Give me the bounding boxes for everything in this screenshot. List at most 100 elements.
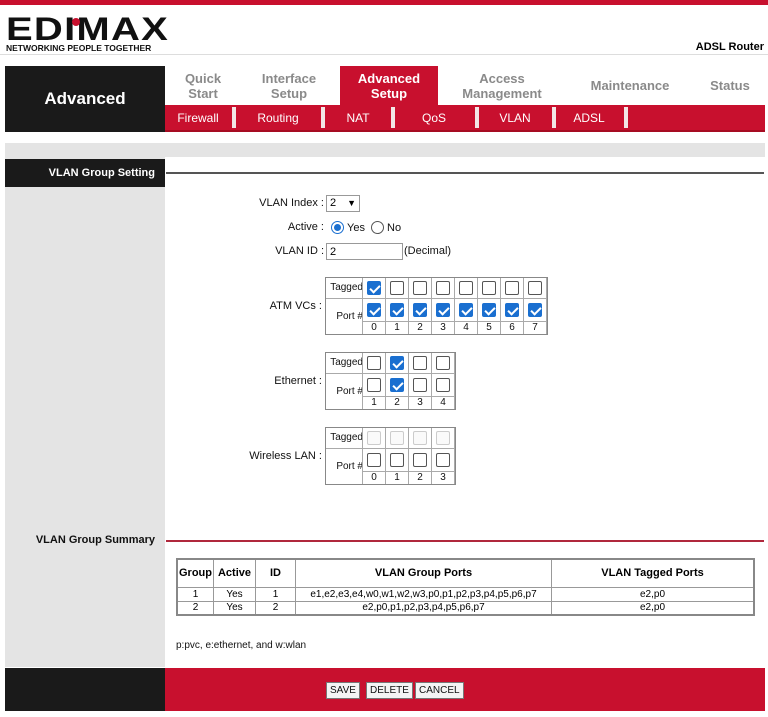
- ethernet-tagged-checkbox-1[interactable]: [367, 356, 381, 370]
- atm-port-checkbox-7[interactable]: [528, 303, 542, 317]
- atm-tagged-checkbox-0[interactable]: [367, 281, 381, 295]
- atm-port-checkbox-2[interactable]: [413, 303, 427, 317]
- active-no-radio[interactable]: [371, 221, 384, 234]
- left-column: [5, 157, 165, 667]
- ethernet-port-number: 2: [394, 397, 400, 408]
- atm-port-number: 5: [486, 322, 492, 333]
- active-yes-label: Yes: [347, 222, 365, 234]
- active-yes-radio[interactable]: [331, 221, 344, 234]
- tab-advanced-setup[interactable]: Advanced Setup: [340, 66, 438, 105]
- cell-id: 2: [255, 600, 296, 616]
- cell-group: 1: [176, 586, 214, 602]
- subtab-adsl[interactable]: ADSL: [556, 105, 622, 130]
- atm-port-checkbox-6[interactable]: [505, 303, 519, 317]
- cancel-button[interactable]: CANCEL: [415, 682, 464, 699]
- atm-tagged-label: Tagged: [330, 282, 363, 293]
- save-button[interactable]: SAVE: [326, 682, 360, 699]
- ethernet-tagged-checkbox-4[interactable]: [436, 356, 450, 370]
- subtab-firewall[interactable]: Firewall: [165, 105, 231, 130]
- vlan-summary-table: Group Active ID VLAN Group Ports VLAN Ta…: [176, 558, 755, 616]
- grid-line: [546, 278, 547, 334]
- atm-tagged-checkbox-2[interactable]: [413, 281, 427, 295]
- atm-tagged-checkbox-6[interactable]: [505, 281, 519, 295]
- atm-tagged-checkbox-4[interactable]: [459, 281, 473, 295]
- atm-port-number: 4: [463, 322, 469, 333]
- atm-port-checkbox-4[interactable]: [459, 303, 473, 317]
- tab-quick-start[interactable]: Quick Start: [165, 66, 241, 105]
- col-vlan-tagged-ports: VLAN Tagged Ports: [551, 558, 755, 588]
- main-nav: Quick Start Interface Setup Advanced Setup …: [165, 66, 765, 105]
- subtab-vlan[interactable]: VLAN: [479, 105, 551, 130]
- ethernet-port-checkbox-4[interactable]: [436, 378, 450, 392]
- wlan-port-checkbox-3[interactable]: [436, 453, 450, 467]
- product-name: ADSL Router: [695, 41, 764, 53]
- atm-port-checkbox-1[interactable]: [390, 303, 404, 317]
- wlan-port-checkbox-0[interactable]: [367, 453, 381, 467]
- ethernet-port-number: 4: [440, 397, 446, 408]
- top-accent-bar: [0, 0, 768, 5]
- cell-tagged-ports: e2,p0: [551, 586, 755, 602]
- table-row: 2 Yes 2 e2,p0,p1,p2,p3,p4,p5,p6,p7 e2,p0: [176, 600, 755, 616]
- vlan-index-select[interactable]: 2 ▼: [326, 195, 360, 212]
- atm-port-number: 1: [394, 322, 400, 333]
- atm-tagged-checkbox-7[interactable]: [528, 281, 542, 295]
- tab-maintenance[interactable]: Maintenance: [575, 66, 685, 105]
- table-row: 1 Yes 1 e1,e2,e3,e4,w0,w1,w2,w3,p0,p1,p2…: [176, 586, 755, 602]
- wlan-tagged-label: Tagged: [330, 432, 363, 443]
- tab-status[interactable]: Status: [695, 66, 765, 105]
- ethernet-port-grid: Tagged Port # 1 2 3 4: [325, 352, 456, 410]
- vlan-id-unit: (Decimal): [404, 245, 452, 257]
- cell-active: Yes: [213, 586, 256, 602]
- edimax-logo: EDIMAX NETWORKING PEOPLE TOGETHER: [6, 13, 176, 54]
- ethernet-tagged-label: Tagged: [330, 357, 363, 368]
- wlan-port-number: 0: [371, 472, 377, 483]
- footer-left-block: [5, 668, 165, 711]
- cell-active: Yes: [213, 600, 256, 616]
- col-group: Group: [176, 558, 214, 588]
- atm-port-number: 2: [417, 322, 423, 333]
- tab-access-management[interactable]: Access Management: [448, 66, 556, 105]
- col-vlan-group-ports: VLAN Group Ports: [295, 558, 552, 588]
- vlan-index-value: 2: [330, 197, 337, 209]
- section-divider: [166, 172, 764, 174]
- header-divider: [0, 54, 768, 55]
- atm-port-checkbox-3[interactable]: [436, 303, 450, 317]
- atm-tagged-checkbox-3[interactable]: [436, 281, 450, 295]
- sub-nav: Firewall Routing NAT QoS VLAN ADSL: [165, 105, 765, 132]
- ethernet-port-checkbox-3[interactable]: [413, 378, 427, 392]
- vlan-id-input[interactable]: [326, 243, 403, 260]
- wlan-port-number: 1: [394, 472, 400, 483]
- ethernet-port-checkbox-1[interactable]: [367, 378, 381, 392]
- port-legend: p:pvc, e:ethernet, and w:wlan: [176, 640, 307, 651]
- wlan-tagged-checkbox-1: [390, 431, 404, 445]
- cell-id: 1: [255, 586, 296, 602]
- delete-button[interactable]: DELETE: [366, 682, 413, 699]
- subtab-routing[interactable]: Routing: [237, 105, 319, 130]
- subnav-separator: [624, 107, 628, 128]
- atm-port-number: 0: [371, 322, 377, 333]
- atm-port-checkbox-0[interactable]: [367, 303, 381, 317]
- atm-port-number: 6: [509, 322, 515, 333]
- grid-line: [454, 353, 455, 409]
- atm-port-number: 3: [440, 322, 446, 333]
- atm-vcs-port-grid: Tagged Port # 0 1 2 3 4 5 6 7: [325, 277, 548, 335]
- wlan-port-checkbox-2[interactable]: [413, 453, 427, 467]
- ethernet-tagged-checkbox-2[interactable]: [390, 356, 404, 370]
- atm-tagged-checkbox-1[interactable]: [390, 281, 404, 295]
- cell-group-ports: e2,p0,p1,p2,p3,p4,p5,p6,p7: [295, 600, 552, 616]
- wlan-port-checkbox-1[interactable]: [390, 453, 404, 467]
- subnav-separator: [232, 107, 236, 128]
- table-header-row: Group Active ID VLAN Group Ports VLAN Ta…: [176, 558, 755, 588]
- col-id: ID: [255, 558, 296, 588]
- active-no-label: No: [387, 222, 402, 234]
- atm-tagged-checkbox-5[interactable]: [482, 281, 496, 295]
- tab-interface-setup[interactable]: Interface Setup: [241, 66, 337, 105]
- ethernet-port-checkbox-2[interactable]: [390, 378, 404, 392]
- subtab-qos[interactable]: QoS: [395, 105, 473, 130]
- atm-port-checkbox-5[interactable]: [482, 303, 496, 317]
- wlan-port-number: 2: [417, 472, 423, 483]
- col-active: Active: [213, 558, 256, 588]
- subtab-nat[interactable]: NAT: [325, 105, 391, 130]
- vlan-index-label: VLAN Index :: [259, 197, 324, 209]
- ethernet-tagged-checkbox-3[interactable]: [413, 356, 427, 370]
